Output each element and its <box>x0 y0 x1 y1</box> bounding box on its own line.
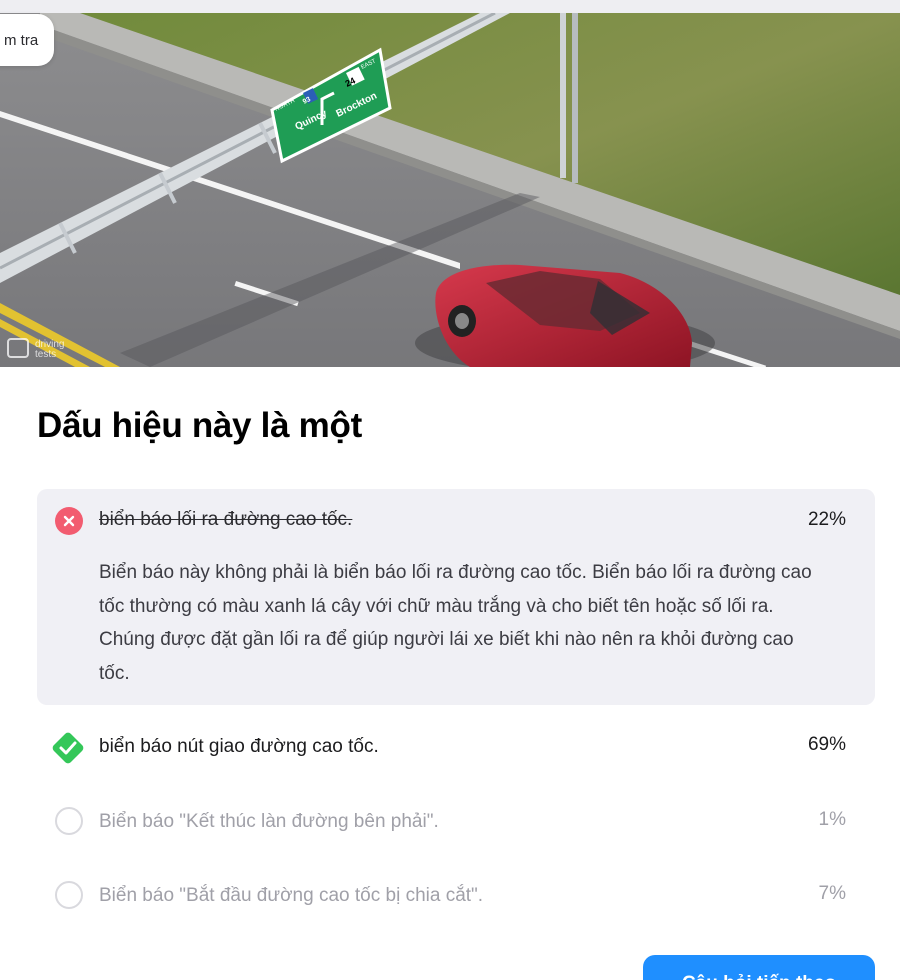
answer-option-3[interactable]: Biển báo "Kết thúc làn đường bên phải". … <box>37 800 875 844</box>
check-diamond-icon <box>50 730 86 771</box>
svg-text:tests: tests <box>35 349 56 360</box>
mode-chip[interactable]: m tra <box>0 14 55 66</box>
question-image: Quincy Brockton 24 EAST NORTH 93 driving… <box>0 13 900 367</box>
answer-percent: 69% <box>807 734 846 755</box>
answer-option-wrong[interactable]: biển báo lối ra đường cao tốc. 22% Biển … <box>37 489 875 705</box>
answer-percent: 7% <box>818 883 846 904</box>
correct-check-icon <box>51 945 81 975</box>
top-strip <box>0 0 900 13</box>
next-question-button[interactable]: Câu hỏi tiếp theo <box>643 955 875 980</box>
radio-empty-icon <box>55 881 83 909</box>
highway-scene: Quincy Brockton 24 EAST NORTH 93 driving… <box>0 13 900 367</box>
question-title: Dấu hiệu này là một <box>37 406 362 445</box>
answer-label: Biển báo "Kết thúc làn đường bên phải". <box>99 811 439 832</box>
incorrect-icon <box>55 507 85 537</box>
mode-chip-label: m tra <box>4 31 39 49</box>
answer-label: biển báo lối ra đường cao tốc. <box>99 509 353 530</box>
answer-explanation: Biển báo này không phải là biển báo lối … <box>99 562 812 684</box>
answer-label: Biển báo "Bắt đầu đường cao tốc bị chia … <box>99 885 484 906</box>
answer-option-correct-row[interactable]: biển báo nút giao đường cao tốc. 69% <box>37 722 875 770</box>
answer-label: biển báo nút giao đường cao tốc. <box>99 736 379 757</box>
answer-percent: 22% <box>807 509 846 530</box>
answer-option-4[interactable]: Biển báo "Bắt đầu đường cao tốc bị chia … <box>37 874 875 918</box>
radio-empty-icon <box>55 807 83 835</box>
answer-percent: 1% <box>818 809 846 830</box>
